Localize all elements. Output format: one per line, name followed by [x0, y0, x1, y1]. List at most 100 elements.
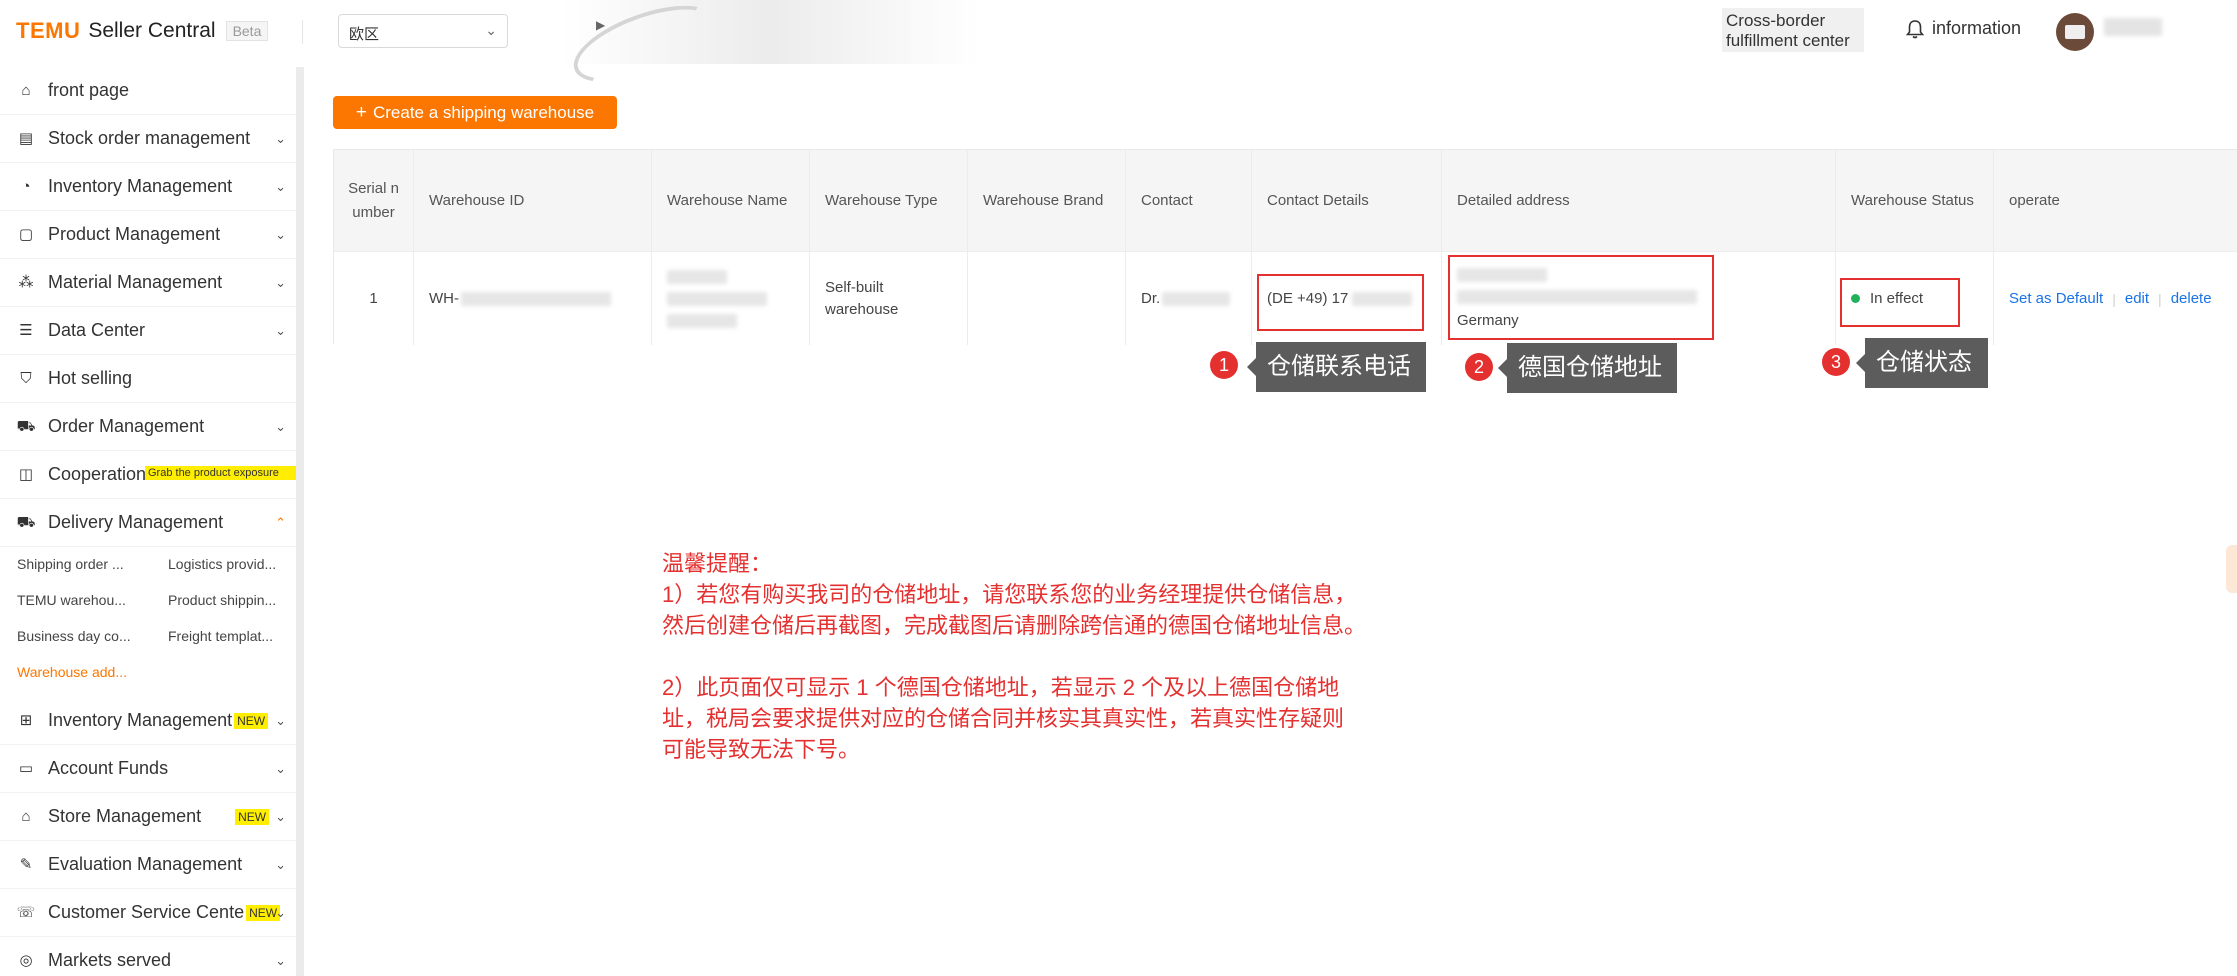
logo-brand: TEMU: [16, 18, 81, 43]
redacted-text: [461, 291, 611, 306]
region-value: 欧区: [349, 26, 380, 43]
notice-line: 可能导致无法下号。: [662, 737, 861, 762]
sidebar-item-label: Delivery Management: [48, 512, 224, 532]
sidebar-item-delivery[interactable]: ⛟ Delivery Management ⌃: [0, 499, 296, 547]
information-link[interactable]: information: [1906, 18, 2021, 39]
sidebar-item-cooperation[interactable]: ◫ Cooperation Grab the product exposure: [0, 451, 296, 499]
column-header: Warehouse ID: [414, 150, 652, 251]
sidebar-item-evaluation[interactable]: ✎ Evaluation Management ⌄: [0, 841, 296, 889]
order-icon: ⛟: [16, 417, 36, 435]
sidebar-item-inventory-new[interactable]: ⊞ Inventory Management NEW ⌄: [0, 697, 296, 745]
bell-icon: [1906, 19, 1924, 38]
data-icon: ☰: [19, 321, 33, 339]
redacted-text: [667, 291, 767, 306]
annotation-number: 1: [1210, 351, 1238, 379]
annotation-label: 仓储状态: [1856, 338, 1988, 388]
highlight-address: [1448, 255, 1714, 340]
notice-title: 温馨提醒：: [662, 551, 773, 576]
chevron-down-icon: ⌄: [275, 712, 286, 728]
create-shipping-warehouse-button[interactable]: + Create a shipping warehouse: [333, 96, 617, 129]
submenu-business-day[interactable]: Business day co...: [17, 628, 147, 644]
sidebar-item-hot-selling[interactable]: ⛉ Hot selling: [0, 355, 296, 403]
warehouse-name-cell: [652, 252, 810, 345]
chevron-down-icon: ⌄: [275, 808, 286, 824]
sidebar-item-data-center[interactable]: ☰ Data Center ⌄: [0, 307, 296, 355]
submenu-logistics-provider[interactable]: Logistics provid...: [168, 556, 298, 572]
chevron-down-icon: ⌄: [275, 856, 286, 872]
sidebar-item-label: Account Funds: [48, 758, 169, 778]
create-button-label: Create a shipping warehouse: [372, 102, 595, 122]
column-header: Warehouse Brand: [968, 150, 1126, 251]
sidebar-item-label: Inventory Management: [48, 176, 233, 196]
column-header: Warehouse Type: [810, 150, 968, 251]
sidebar-item-label: Inventory Management: [48, 710, 233, 730]
sidebar-scrollbar[interactable]: [296, 67, 304, 976]
submenu-freight-template[interactable]: Freight templat...: [168, 628, 298, 644]
cross-border-fulfillment-link[interactable]: Cross-border fulfillment center: [1722, 8, 1864, 52]
submenu-shipping-order[interactable]: Shipping order ...: [17, 556, 147, 572]
top-header: TEMU Seller Central Beta 欧区 ⌄ ▶ Cross-bo…: [0, 0, 2237, 98]
column-header: Warehouse Name: [652, 150, 810, 251]
sidebar-item-inventory[interactable]: ◔ Inventory Management ⌄: [0, 163, 296, 211]
contact-value: Dr.: [1141, 290, 1161, 307]
sidebar-item-markets[interactable]: ◎ Markets served ⌄: [0, 937, 296, 976]
submenu-temu-warehouse[interactable]: TEMU warehou...: [17, 592, 147, 608]
sidebar-item-customer-service[interactable]: ☏ Customer Service Cente NEW ⌄: [0, 889, 296, 937]
sidebar-item-account-funds[interactable]: ▭ Account Funds ⌄: [0, 745, 296, 793]
notice-line: 然后创建仓储后再截图，完成截图后请删除跨信通的德国仓储地址信息。: [662, 613, 1367, 638]
submenu-warehouse-address[interactable]: Warehouse add...: [17, 664, 147, 680]
sidebar-item-store[interactable]: ⌂ Store Management NEW ⌄: [0, 793, 296, 841]
redacted-text: [1162, 291, 1231, 306]
sidebar-item-stock-order[interactable]: ▤ Stock order management ⌄: [0, 115, 296, 163]
delete-link[interactable]: delete: [2171, 290, 2212, 307]
chevron-down-icon: ⌄: [275, 226, 286, 242]
sidebar-item-order[interactable]: ⛟ Order Management ⌄: [0, 403, 296, 451]
play-icon: ▶: [596, 18, 606, 32]
service-icon: ☏: [16, 903, 36, 921]
sidebar-item-label: Hot selling: [48, 368, 133, 388]
serial-cell: 1: [334, 252, 414, 345]
sidebar-item-label: Customer Service Cente: [48, 902, 245, 922]
divider: |: [2158, 290, 2162, 307]
edit-link[interactable]: edit: [2125, 290, 2149, 307]
chevron-down-icon: ⌄: [275, 178, 286, 194]
funds-icon: ▭: [18, 759, 34, 777]
set-default-link[interactable]: Set as Default: [2009, 290, 2103, 307]
side-floating-tab[interactable]: [2226, 545, 2237, 593]
sidebar-item-label: front page: [48, 80, 130, 100]
submenu-product-shipping[interactable]: Product shippin...: [168, 592, 298, 608]
highlight-status: [1840, 278, 1960, 327]
avatar-image: [2065, 25, 2085, 39]
region-select[interactable]: 欧区 ⌄: [338, 14, 508, 48]
new-badge: NEW: [234, 712, 269, 729]
column-header: Warehouse Status: [1836, 150, 1994, 251]
warehouse-brand-cell: [968, 252, 1126, 345]
username-blurred[interactable]: [2104, 18, 2162, 36]
sidebar-item-label: Data Center: [48, 320, 146, 340]
column-header: Detailed address: [1442, 150, 1836, 251]
cart-icon: ⛉: [20, 369, 32, 387]
sidebar-item-label: Store Management: [48, 806, 202, 826]
column-header: Serial number: [334, 150, 414, 251]
inventory-add-icon: ⊞: [19, 711, 33, 729]
sidebar-item-product[interactable]: ▢ Product Management ⌄: [0, 211, 296, 259]
sidebar-item-label: Markets served: [48, 950, 172, 970]
warehouse-type-cell: Self-built warehouse: [810, 252, 968, 345]
user-avatar[interactable]: [2056, 13, 2094, 51]
notice-spacer: [662, 641, 1366, 672]
chevron-down-icon: ⌄: [275, 322, 286, 338]
annotation-label: 德国仓储地址: [1498, 343, 1677, 393]
chevron-down-icon: ⌄: [275, 952, 286, 968]
chevron-down-icon: ⌄: [275, 760, 286, 776]
promo-badge: Grab the product exposure: [145, 466, 296, 480]
sidebar-item-front-page[interactable]: ⌂ front page: [0, 67, 296, 115]
chevron-down-icon: ⌄: [275, 904, 286, 920]
annotation-number: 2: [1465, 353, 1493, 381]
warehouse-id-value: WH-: [429, 290, 459, 307]
sidebar-item-material[interactable]: ⁂ Material Management ⌄: [0, 259, 296, 307]
store-icon: ⌂: [21, 807, 31, 825]
operate-cell: Set as Default | edit | delete: [1994, 252, 2237, 345]
warehouse-type-value: Self-built warehouse: [825, 278, 899, 318]
temu-logo[interactable]: TEMU Seller Central Beta: [16, 18, 269, 44]
chevron-down-icon: ⌄: [275, 130, 286, 146]
